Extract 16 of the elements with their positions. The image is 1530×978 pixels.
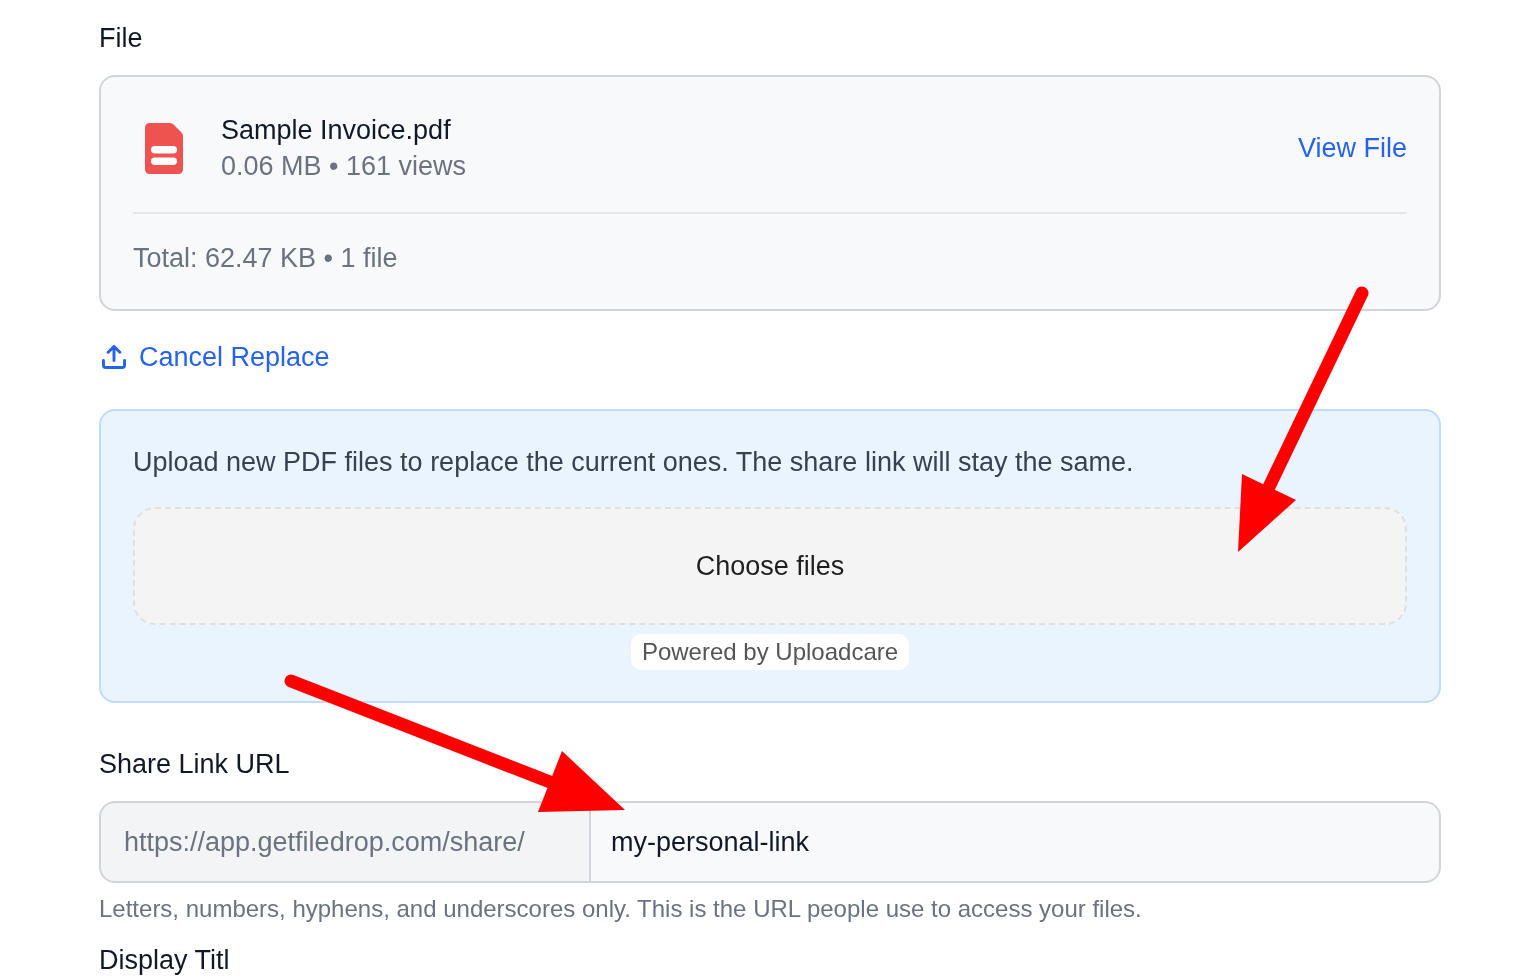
field-label: File — [99, 23, 143, 53]
upload-icon — [102, 345, 126, 369]
upload-instructions: Upload new PDF files to replace the current ones. The share link will stay the same. — [133, 446, 1134, 479]
document-icon — [145, 122, 183, 174]
field-hint: Letters, numbers, hyphens, and underscores only. This is the URL people use to access your files. — [99, 895, 1142, 923]
file-name: Sample Invoice.pdf — [221, 114, 451, 147]
powered-by-link[interactable]: Powered by Uploadcare — [630, 634, 910, 670]
field-label: Share Link URL — [99, 749, 290, 779]
url-prefix: https://app.getfiledrop.com/share/ — [99, 801, 589, 883]
cancel-replace-button[interactable]: Cancel Replace — [102, 339, 330, 375]
view-file-link[interactable]: View File — [1297, 130, 1407, 166]
total-summary: Total: 62.47 KB • 1 file — [133, 242, 398, 275]
choose-files-dropzone[interactable]: Choose files — [133, 507, 1407, 625]
field-label: Display Titl — [99, 945, 230, 975]
file-details: 0.06 MB • 161 views — [221, 150, 467, 183]
share-link-input[interactable]: my-personal-link — [589, 801, 1441, 883]
